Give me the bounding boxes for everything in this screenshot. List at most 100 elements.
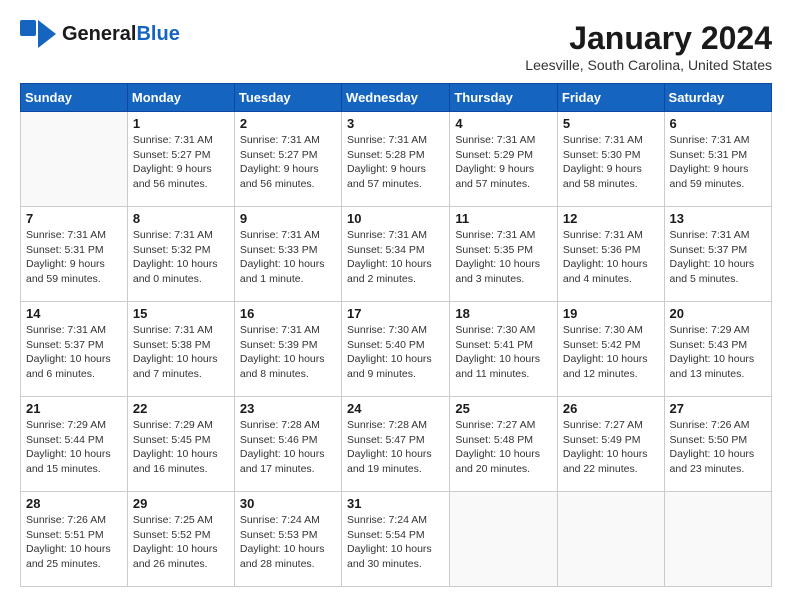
day-number: 27: [670, 401, 766, 416]
calendar-header-row: SundayMondayTuesdayWednesdayThursdayFrid…: [21, 84, 772, 112]
calendar-cell: 11Sunrise: 7:31 AM Sunset: 5:35 PM Dayli…: [450, 207, 558, 302]
day-info: Sunrise: 7:31 AM Sunset: 5:38 PM Dayligh…: [133, 323, 229, 382]
logo-general: General: [62, 23, 136, 45]
day-number: 16: [240, 306, 336, 321]
calendar-cell: 12Sunrise: 7:31 AM Sunset: 5:36 PM Dayli…: [557, 207, 664, 302]
calendar-cell: 2Sunrise: 7:31 AM Sunset: 5:27 PM Daylig…: [234, 112, 341, 207]
logo-blue: Blue: [136, 23, 179, 45]
calendar-cell: 10 Sunrise: 7:31 AM Sunset: 5:34 PM Dayli…: [342, 207, 450, 302]
calendar-cell: 30 Sunrise: 7:24 AM Sunset: 5:53 PM Dayli…: [234, 492, 341, 587]
day-number: 14: [26, 306, 122, 321]
day-info: Sunrise: 7:31 AM Sunset: 5:39 PM Dayligh…: [240, 323, 336, 382]
day-info: Sunrise: 7:24 AM Sunset: 5:54 PM Dayligh…: [347, 513, 444, 572]
day-info: Sunrise: 7:31 AM Sunset: 5:29 PM Dayligh…: [455, 133, 552, 192]
calendar-cell: 1 Sunrise: 7:31 AM Sunset: 5:27 PM Daylig…: [127, 112, 234, 207]
day-info: Sunrise: 7:30 AM Sunset: 5:41 PM Dayligh…: [455, 323, 552, 382]
day-number: 20: [670, 306, 766, 321]
weekday-header: Saturday: [664, 84, 771, 112]
calendar-cell: 7 Sunrise: 7:31 AM Sunset: 5:31 PM Daylig…: [21, 207, 128, 302]
day-info: Sunrise: 7:27 AM Sunset: 5:49 PM Dayligh…: [563, 418, 659, 477]
weekday-header: Thursday: [450, 84, 558, 112]
weekday-header: Friday: [557, 84, 664, 112]
day-info: Sunrise: 7:26 AM Sunset: 5:51 PM Dayligh…: [26, 513, 122, 572]
day-number: 31: [347, 496, 444, 511]
day-info: Sunrise: 7:31 AM Sunset: 5:31 PM Dayligh…: [670, 133, 766, 192]
day-info: Sunrise: 7:29 AM Sunset: 5:44 PM Dayligh…: [26, 418, 122, 477]
day-number: 26: [563, 401, 659, 416]
calendar-cell: 3 Sunrise: 7:31 AM Sunset: 5:28 PM Daylig…: [342, 112, 450, 207]
calendar-cell: 6 Sunrise: 7:31 AM Sunset: 5:31 PM Daylig…: [664, 112, 771, 207]
calendar-cell: 24 Sunrise: 7:28 AM Sunset: 5:47 PM Dayli…: [342, 397, 450, 492]
day-number: 5: [563, 116, 659, 131]
day-number: 7: [26, 211, 122, 226]
day-number: 9: [240, 211, 336, 226]
calendar-week-row: 28Sunrise: 7:26 AM Sunset: 5:51 PM Dayli…: [21, 492, 772, 587]
calendar-cell: 27 Sunrise: 7:26 AM Sunset: 5:50 PM Dayli…: [664, 397, 771, 492]
day-number: 10: [347, 211, 444, 226]
calendar-cell: 28Sunrise: 7:26 AM Sunset: 5:51 PM Dayli…: [21, 492, 128, 587]
month-title: January 2024: [525, 20, 772, 57]
day-info: Sunrise: 7:25 AM Sunset: 5:52 PM Dayligh…: [133, 513, 229, 572]
day-info: Sunrise: 7:29 AM Sunset: 5:45 PM Dayligh…: [133, 418, 229, 477]
calendar-cell: 9 Sunrise: 7:31 AM Sunset: 5:33 PM Daylig…: [234, 207, 341, 302]
day-info: Sunrise: 7:31 AM Sunset: 5:27 PM Dayligh…: [133, 133, 229, 192]
title-block: January 2024 Leesville, South Carolina, …: [525, 20, 772, 73]
day-number: 2: [240, 116, 336, 131]
day-number: 23: [240, 401, 336, 416]
day-info: Sunrise: 7:31 AM Sunset: 5:37 PM Dayligh…: [670, 228, 766, 287]
day-number: 18: [455, 306, 552, 321]
day-number: 6: [670, 116, 766, 131]
day-number: 21: [26, 401, 122, 416]
calendar-cell: [450, 492, 558, 587]
day-info: Sunrise: 7:29 AM Sunset: 5:43 PM Dayligh…: [670, 323, 766, 382]
calendar-cell: 18 Sunrise: 7:30 AM Sunset: 5:41 PM Dayli…: [450, 302, 558, 397]
day-info: Sunrise: 7:31 AM Sunset: 5:35 PM Dayligh…: [455, 228, 552, 287]
day-info: Sunrise: 7:31 AM Sunset: 5:33 PM Dayligh…: [240, 228, 336, 287]
calendar-cell: 14 Sunrise: 7:31 AM Sunset: 5:37 PM Dayli…: [21, 302, 128, 397]
calendar-week-row: 7 Sunrise: 7:31 AM Sunset: 5:31 PM Daylig…: [21, 207, 772, 302]
day-info: Sunrise: 7:31 AM Sunset: 5:34 PM Dayligh…: [347, 228, 444, 287]
day-info: Sunrise: 7:30 AM Sunset: 5:40 PM Dayligh…: [347, 323, 444, 382]
calendar-cell: 22Sunrise: 7:29 AM Sunset: 5:45 PM Dayli…: [127, 397, 234, 492]
day-number: 15: [133, 306, 229, 321]
calendar-table: SundayMondayTuesdayWednesdayThursdayFrid…: [20, 83, 772, 587]
calendar-cell: 19 Sunrise: 7:30 AM Sunset: 5:42 PM Dayli…: [557, 302, 664, 397]
calendar-cell: 17Sunrise: 7:30 AM Sunset: 5:40 PM Dayli…: [342, 302, 450, 397]
calendar-cell: 13Sunrise: 7:31 AM Sunset: 5:37 PM Dayli…: [664, 207, 771, 302]
calendar-cell: 26 Sunrise: 7:27 AM Sunset: 5:49 PM Dayli…: [557, 397, 664, 492]
day-info: Sunrise: 7:31 AM Sunset: 5:28 PM Dayligh…: [347, 133, 444, 192]
calendar-cell: 21 Sunrise: 7:29 AM Sunset: 5:44 PM Dayli…: [21, 397, 128, 492]
calendar-cell: [557, 492, 664, 587]
day-info: Sunrise: 7:31 AM Sunset: 5:31 PM Dayligh…: [26, 228, 122, 287]
weekday-header: Tuesday: [234, 84, 341, 112]
calendar-cell: 4 Sunrise: 7:31 AM Sunset: 5:29 PM Daylig…: [450, 112, 558, 207]
calendar-cell: 31 Sunrise: 7:24 AM Sunset: 5:54 PM Dayli…: [342, 492, 450, 587]
day-info: Sunrise: 7:31 AM Sunset: 5:30 PM Dayligh…: [563, 133, 659, 192]
day-number: 8: [133, 211, 229, 226]
calendar-cell: 23Sunrise: 7:28 AM Sunset: 5:46 PM Dayli…: [234, 397, 341, 492]
day-info: Sunrise: 7:31 AM Sunset: 5:37 PM Dayligh…: [26, 323, 122, 382]
day-number: 4: [455, 116, 552, 131]
day-number: 3: [347, 116, 444, 131]
day-number: 19: [563, 306, 659, 321]
day-info: Sunrise: 7:28 AM Sunset: 5:47 PM Dayligh…: [347, 418, 444, 477]
day-info: Sunrise: 7:27 AM Sunset: 5:48 PM Dayligh…: [455, 418, 552, 477]
weekday-header: Sunday: [21, 84, 128, 112]
logo: GeneralBlue: [20, 20, 180, 48]
day-number: 30: [240, 496, 336, 511]
day-info: Sunrise: 7:31 AM Sunset: 5:36 PM Dayligh…: [563, 228, 659, 287]
day-number: 29: [133, 496, 229, 511]
location: Leesville, South Carolina, United States: [525, 57, 772, 73]
day-info: Sunrise: 7:30 AM Sunset: 5:42 PM Dayligh…: [563, 323, 659, 382]
calendar-cell: 15 Sunrise: 7:31 AM Sunset: 5:38 PM Dayli…: [127, 302, 234, 397]
calendar-cell: 16 Sunrise: 7:31 AM Sunset: 5:39 PM Dayli…: [234, 302, 341, 397]
page-header: GeneralBlue January 2024 Leesville, Sout…: [20, 20, 772, 73]
day-number: 24: [347, 401, 444, 416]
day-info: Sunrise: 7:26 AM Sunset: 5:50 PM Dayligh…: [670, 418, 766, 477]
calendar-week-row: 1 Sunrise: 7:31 AM Sunset: 5:27 PM Daylig…: [21, 112, 772, 207]
day-number: 25: [455, 401, 552, 416]
day-info: Sunrise: 7:24 AM Sunset: 5:53 PM Dayligh…: [240, 513, 336, 572]
day-number: 1: [133, 116, 229, 131]
calendar-cell: [21, 112, 128, 207]
calendar-cell: 8Sunrise: 7:31 AM Sunset: 5:32 PM Daylig…: [127, 207, 234, 302]
